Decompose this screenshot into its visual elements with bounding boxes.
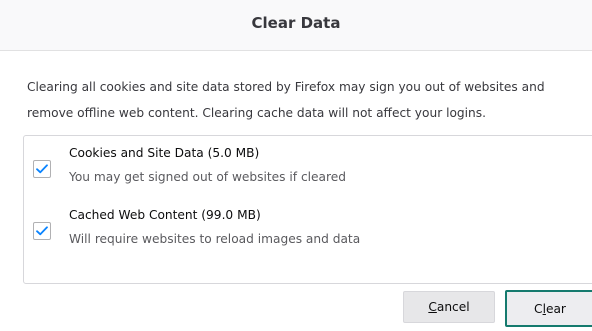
cancel-button[interactable]: Cancel (403, 291, 495, 323)
cancel-label-rest: ancel (436, 300, 470, 314)
dialog-title: Clear Data (251, 14, 341, 32)
cancel-accesskey: C (428, 300, 437, 314)
clear-button[interactable]: Cl ear (505, 290, 592, 327)
cache-label: Cached Web Content (99.0 MB) (69, 208, 261, 222)
dialog-description: Clearing all cookies and site data store… (27, 80, 545, 120)
cookies-label: Cookies and Site Data (5.0 MB) (69, 146, 260, 160)
cookies-checkbox[interactable] (33, 160, 51, 178)
clear-label-start: C (534, 301, 543, 316)
cache-checkbox[interactable] (33, 222, 51, 240)
clear-label-end: ear (545, 301, 566, 316)
dialog-header: Clear Data (0, 0, 592, 51)
checkmark-icon (36, 226, 48, 236)
checkmark-icon (36, 164, 48, 174)
options-group: Cookies and Site Data (5.0 MB) You may g… (23, 135, 592, 284)
cookies-description: You may get signed out of websites if cl… (69, 170, 346, 184)
cache-description: Will require websites to reload images a… (69, 232, 361, 246)
